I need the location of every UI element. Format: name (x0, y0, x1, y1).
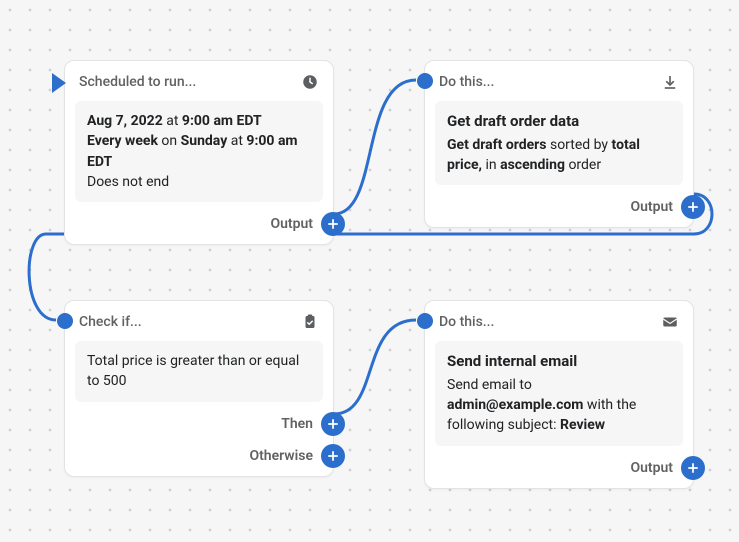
mail-icon (661, 313, 679, 331)
output-label: Output (630, 199, 673, 215)
input-port[interactable] (417, 313, 433, 329)
node-header-label: Do this... (439, 74, 494, 90)
node-header-label: Do this... (439, 314, 494, 330)
start-marker-icon (52, 73, 66, 93)
add-output-button[interactable] (681, 195, 705, 219)
otherwise-label: Otherwise (249, 448, 313, 464)
clock-icon (301, 73, 319, 91)
clipboard-icon (301, 313, 319, 331)
node-check-if[interactable]: Check if... Total price is greater than … (64, 300, 334, 477)
node-header-label: Scheduled to run... (79, 74, 196, 90)
node-get-data[interactable]: Do this... Get draft order data Get draf… (424, 60, 694, 228)
node-body: Total price is greater than or equal to … (75, 341, 323, 402)
node-header-label: Check if... (79, 314, 142, 330)
node-scheduled[interactable]: Scheduled to run... Aug 7, 2022 at 9:00 … (64, 60, 334, 245)
input-port[interactable] (417, 73, 433, 89)
download-icon (661, 73, 679, 91)
node-body: Send internal email Send email to admin@… (435, 341, 683, 446)
node-send-email[interactable]: Do this... Send internal email Send emai… (424, 300, 694, 489)
input-port[interactable] (57, 313, 73, 329)
node-body: Get draft order data Get draft orders so… (435, 101, 683, 185)
add-otherwise-button[interactable] (321, 444, 345, 468)
add-output-button[interactable] (681, 456, 705, 480)
then-label: Then (281, 416, 313, 432)
add-then-button[interactable] (321, 412, 345, 436)
output-label: Output (630, 460, 673, 476)
add-output-button[interactable] (321, 212, 345, 236)
output-label: Output (270, 216, 313, 232)
node-body: Aug 7, 2022 at 9:00 am EDT Every week on… (75, 101, 323, 202)
